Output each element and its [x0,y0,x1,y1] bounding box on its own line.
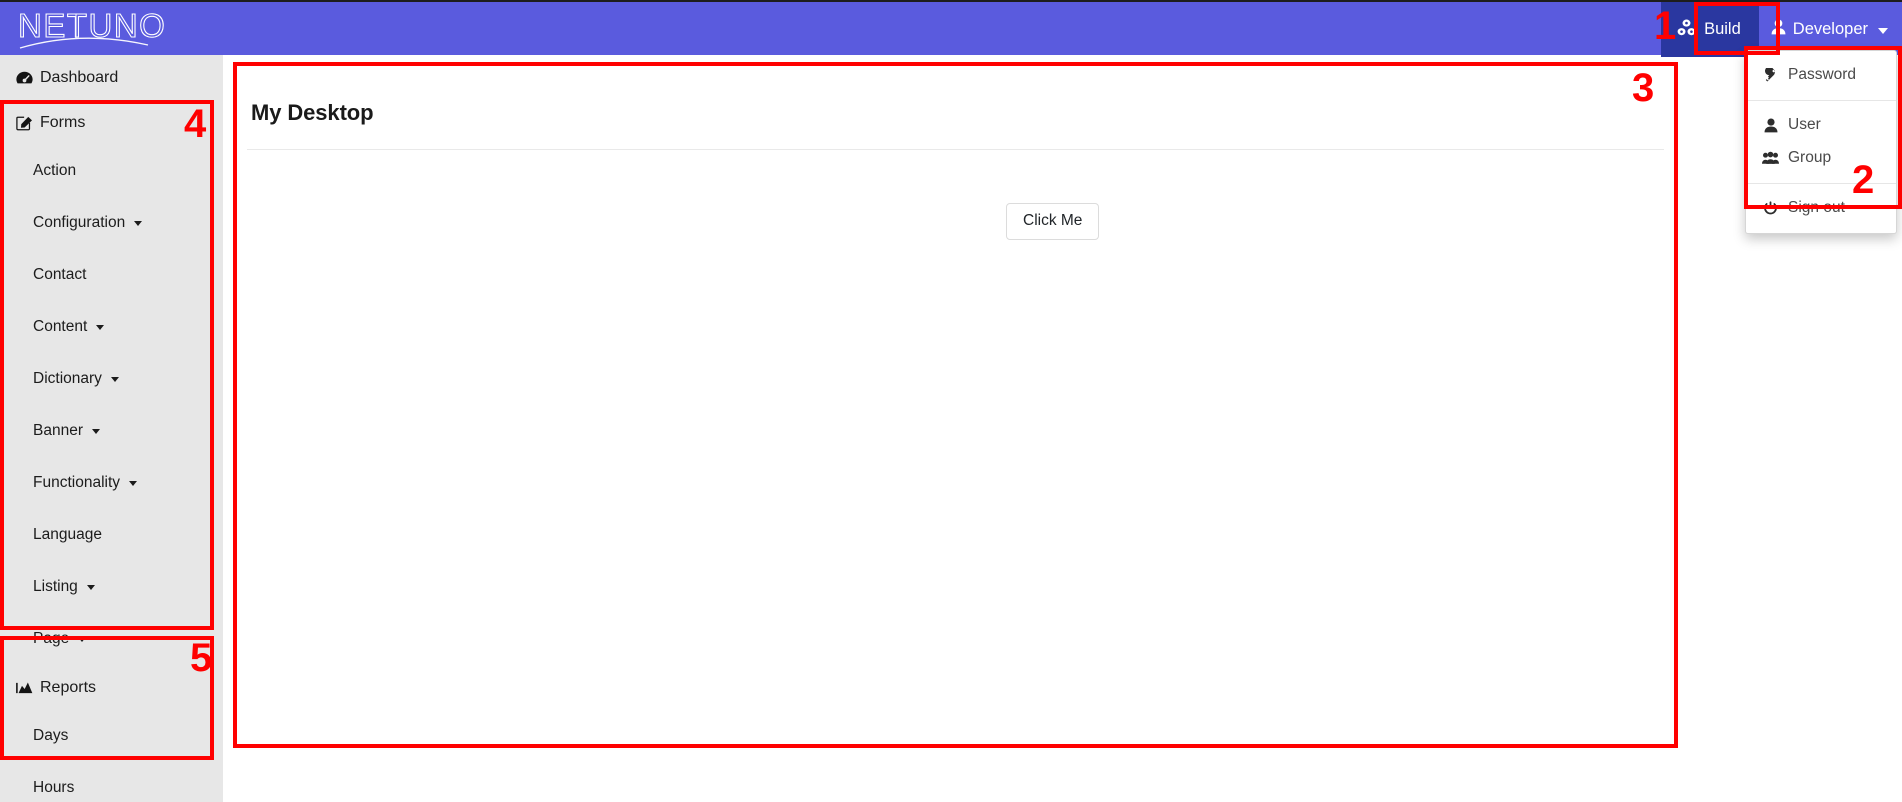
netuno-logo[interactable]: NETUNO [16,4,216,56]
page-title: My Desktop [251,99,374,125]
area-chart-icon [16,681,33,695]
app-root: NETUNO Build Developer Password User Gro… [0,0,1902,802]
sidebar-forms-label: Forms [40,114,86,131]
key-icon [1762,67,1779,83]
sidebar-item-language[interactable]: Language [0,509,223,561]
sidebar-page-label: Page [33,630,70,647]
chevron-down-icon [134,220,143,226]
main-content: My Desktop Click Me [223,55,1902,802]
users-icon [1762,151,1779,165]
panel-body: Click Me [233,150,1678,770]
sidebar-hours-label: Hours [33,779,75,796]
sidebar-item-content[interactable]: Content [0,301,223,353]
chevron-down-icon [129,480,138,486]
sidebar-listing-label: Listing [33,578,78,595]
cubes-icon [1677,19,1696,41]
click-me-button[interactable]: Click Me [1006,202,1100,240]
sidebar-functionality-label: Functionality [33,474,121,491]
top-navigation-bar: NETUNO Build Developer [0,0,1902,57]
edit-pencil-square-icon [16,116,33,131]
sidebar-banner-label: Banner [33,422,83,439]
sidebar-item-page[interactable]: Page [0,613,223,665]
menu-item-sign-out[interactable]: Sign out [1746,192,1896,225]
user-menu-button[interactable]: Developer [1759,2,1902,57]
build-button[interactable]: Build [1661,2,1759,57]
sidebar-item-contact[interactable]: Contact [0,249,223,301]
build-button-label: Build [1704,20,1741,38]
menu-item-sign-out-label: Sign out [1788,198,1845,216]
sidebar-item-banner[interactable]: Banner [0,405,223,457]
sidebar-item-configuration[interactable]: Configuration [0,197,223,249]
chevron-down-icon [1878,27,1888,34]
menu-item-password-label: Password [1788,66,1857,83]
user-menu-label: Developer [1792,20,1868,38]
chevron-down-icon [86,584,95,590]
tachometer-icon [16,71,33,85]
menu-item-user-label: User [1788,115,1821,133]
sidebar: Dashboard Forms Action Configuration Con… [0,55,223,802]
menu-item-password[interactable]: Password [1746,59,1896,92]
menu-item-user[interactable]: User [1746,109,1896,142]
menu-divider-2 [1746,182,1896,184]
user-icon [1771,19,1786,40]
sidebar-content-label: Content [33,318,88,335]
menu-item-group[interactable]: Group [1746,142,1896,175]
sidebar-forms-section: Forms Action Configuration Contact Conte… [0,100,223,665]
sidebar-item-hours[interactable]: Hours [0,762,223,802]
sidebar-item-forms[interactable]: Forms [0,100,223,145]
netuno-logo-icon: NETUNO [17,6,165,49]
sidebar-configuration-label: Configuration [33,214,126,231]
user-dropdown-menu[interactable]: Password User Group Sign out [1745,50,1897,234]
main-panel: My Desktop Click Me [233,63,1678,756]
power-icon [1762,201,1779,216]
sidebar-item-action[interactable]: Action [0,145,223,197]
menu-item-group-label: Group [1788,148,1832,166]
menu-divider-1 [1746,99,1896,101]
user-icon [1762,118,1779,133]
chevron-down-icon [96,324,105,330]
sidebar-item-dictionary[interactable]: Dictionary [0,353,223,405]
sidebar-reports-label: Reports [40,679,97,696]
chevron-down-icon [110,376,119,382]
topbar-actions: Build Developer [1661,2,1902,57]
sidebar-item-listing[interactable]: Listing [0,561,223,613]
chevron-down-icon [91,428,100,434]
sidebar-dictionary-label: Dictionary [33,370,102,387]
sidebar-item-days[interactable]: Days [0,710,223,762]
sidebar-item-reports[interactable]: Reports [0,665,223,710]
sidebar-item-functionality[interactable]: Functionality [0,457,223,509]
sidebar-days-label: Days [33,727,69,744]
sidebar-action-label: Action [33,162,77,179]
sidebar-contact-label: Contact [33,266,87,283]
sidebar-language-label: Language [33,526,102,543]
sidebar-dashboard-label: Dashboard [40,69,119,86]
sidebar-item-dashboard[interactable]: Dashboard [0,55,223,100]
chevron-down-icon [78,636,87,642]
sidebar-reports-section: Reports Days Hours [0,665,223,802]
